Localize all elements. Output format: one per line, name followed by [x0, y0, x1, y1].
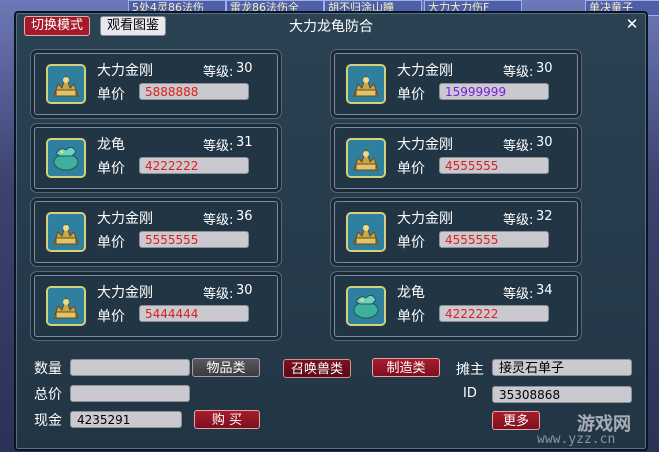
level-label: 等级:: [203, 213, 234, 228]
golden-beast-icon[interactable]: [46, 212, 86, 252]
owner-field: 接灵石单子: [492, 359, 632, 376]
price-label: 单价: [397, 309, 425, 325]
level-label: 等级:: [503, 287, 534, 302]
pet-name: 龙龟: [97, 137, 125, 153]
listing-card[interactable]: 大力金刚 等级: 32 单价 4555555: [334, 201, 578, 263]
level-label: 等级:: [503, 139, 534, 154]
pet-name: 大力金刚: [397, 137, 453, 153]
golden-beast-icon[interactable]: [46, 286, 86, 326]
quantity-label: 数量: [34, 361, 62, 377]
pet-name: 龙龟: [397, 285, 425, 301]
buy-button[interactable]: 购 买: [194, 410, 260, 429]
pet-name: 大力金刚: [97, 211, 153, 227]
price-label: 单价: [397, 235, 425, 251]
golden-beast-icon[interactable]: [346, 138, 386, 178]
price-field: 5888888: [139, 83, 249, 100]
price-field: 4222222: [139, 157, 249, 174]
pet-name: 大力金刚: [397, 63, 453, 79]
price-field: 4222222: [439, 305, 549, 322]
quantity-input[interactable]: [70, 359, 190, 376]
price-field: 4555555: [439, 231, 549, 248]
price-label: 单价: [397, 87, 425, 103]
dragon-turtle-icon[interactable]: [46, 138, 86, 178]
id-field: 35308868: [492, 386, 632, 403]
pet-name: 大力金刚: [97, 63, 153, 79]
level-label: 等级:: [203, 287, 234, 302]
level-value: 31: [236, 135, 253, 150]
dragon-turtle-icon[interactable]: [346, 286, 386, 326]
watermark: 游戏网 www.yzz.cn: [477, 410, 657, 450]
owner-label: 摊主: [456, 362, 484, 378]
level-value: 30: [536, 61, 553, 76]
price-field: 5444444: [139, 305, 249, 322]
total-price-field: [70, 385, 190, 402]
level-label: 等级:: [503, 213, 534, 228]
level-value: 30: [236, 61, 253, 76]
level-value: 30: [536, 135, 553, 150]
level-value: 32: [536, 209, 553, 224]
summon-category-button[interactable]: 召唤兽类: [283, 359, 351, 378]
price-label: 单价: [97, 309, 125, 325]
price-field: 4555555: [439, 157, 549, 174]
listing-card[interactable]: 大力金刚 等级: 36 单价 5555555: [34, 201, 278, 263]
cash-label: 现金: [34, 413, 62, 429]
title-bar: 切换模式 观看图鉴 大力龙龟防合 ✕: [16, 13, 646, 37]
golden-beast-icon[interactable]: [346, 64, 386, 104]
items-category-button[interactable]: 物品类: [192, 358, 260, 377]
listing-card[interactable]: 大力金刚 等级: 30 单价 5888888: [34, 53, 278, 115]
stall-window: 切换模式 观看图鉴 大力龙龟防合 ✕ 大力金刚 等级: 30 单价 5888888 大力金…: [14, 11, 648, 451]
craft-category-button[interactable]: 制造类: [372, 358, 440, 377]
id-label: ID: [463, 386, 477, 401]
close-icon[interactable]: ✕: [624, 16, 640, 32]
golden-beast-icon[interactable]: [346, 212, 386, 252]
listing-card[interactable]: 龙龟 等级: 31 单价 4222222: [34, 127, 278, 189]
level-label: 等级:: [503, 65, 534, 80]
total-price-label: 总价: [34, 387, 62, 403]
price-label: 单价: [397, 161, 425, 177]
price-label: 单价: [97, 161, 125, 177]
level-value: 34: [536, 283, 553, 298]
pet-name: 大力金刚: [97, 285, 153, 301]
level-label: 等级:: [203, 65, 234, 80]
listing-card[interactable]: 龙龟 等级: 34 单价 4222222: [334, 275, 578, 337]
cash-field: 4235291: [70, 411, 182, 428]
level-label: 等级:: [203, 139, 234, 154]
pet-name: 大力金刚: [397, 211, 453, 227]
watermark-url: www.yzz.cn: [537, 432, 616, 447]
golden-beast-icon[interactable]: [46, 64, 86, 104]
price-label: 单价: [97, 87, 125, 103]
price-label: 单价: [97, 235, 125, 251]
price-field: 15999999: [439, 83, 549, 100]
listing-card[interactable]: 大力金刚 等级: 30 单价 4555555: [334, 127, 578, 189]
level-value: 36: [236, 209, 253, 224]
listing-card[interactable]: 大力金刚 等级: 30 单价 5444444: [34, 275, 278, 337]
price-field: 5555555: [139, 231, 249, 248]
window-title: 大力龙龟防合: [289, 19, 373, 35]
level-value: 30: [236, 283, 253, 298]
listing-card[interactable]: 大力金刚 等级: 30 单价 15999999: [334, 53, 578, 115]
